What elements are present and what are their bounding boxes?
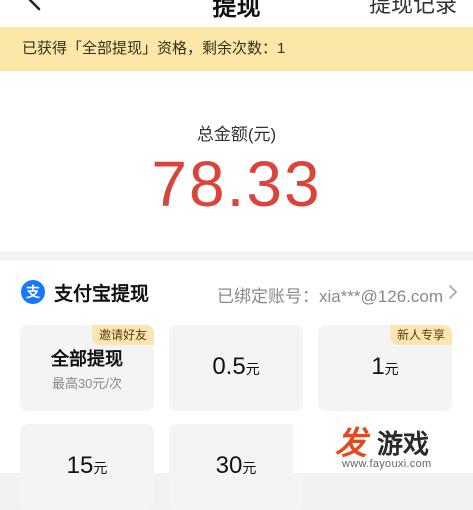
alipay-icon: 支 bbox=[21, 280, 45, 304]
option-30-yuan[interactable]: 30元 bbox=[169, 424, 303, 510]
option-15-yuan[interactable]: 15元 bbox=[20, 424, 154, 510]
option-unit: 元 bbox=[245, 361, 260, 377]
top-nav-bar: 提现 提现记录 bbox=[0, 0, 473, 27]
eligibility-notice: 已获得「全部提现」资格，剩余次数：1 bbox=[0, 27, 473, 71]
option-amount: 1 bbox=[371, 353, 385, 380]
option-amount: 30 bbox=[215, 452, 243, 479]
option-full-withdraw[interactable]: 邀请好友 全部提现 最高30元/次 bbox=[20, 325, 154, 411]
withdraw-method-row[interactable]: 支 支付宝提现 已绑定账号：xia***@126.com bbox=[0, 261, 473, 321]
option-unit: 元 bbox=[384, 361, 399, 377]
bound-account-text: 已绑定账号：xia***@126.com bbox=[216, 287, 443, 306]
new-user-badge: 新人专享 bbox=[389, 325, 452, 345]
withdraw-method-title: 支付宝提现 bbox=[54, 284, 150, 305]
option-amount-line: 0.5元 bbox=[169, 353, 303, 381]
option-subtitle: 最高30元/次 bbox=[51, 376, 123, 391]
total-amount-value: 78.33 bbox=[151, 148, 322, 220]
option-1-yuan[interactable]: 新人专享 1元 bbox=[318, 325, 452, 411]
total-amount-label: 总金额(元) bbox=[196, 125, 277, 144]
watermark-url: www.fayouxi.com bbox=[342, 458, 432, 470]
option-amount: 0.5 bbox=[212, 353, 246, 380]
option-unit: 元 bbox=[93, 460, 108, 476]
watermark-name: 游戏 bbox=[377, 429, 430, 459]
option-amount-line: 30元 bbox=[169, 452, 303, 480]
option-amount-line: 15元 bbox=[20, 452, 154, 480]
section-divider bbox=[0, 251, 473, 261]
option-0-5-yuan[interactable]: 0.5元 bbox=[169, 325, 303, 411]
invite-friends-badge: 邀请好友 bbox=[91, 325, 154, 345]
option-unit: 元 bbox=[242, 460, 257, 476]
option-title: 全部提现 bbox=[51, 349, 123, 369]
option-amount: 15 bbox=[66, 452, 94, 479]
chevron-right-icon bbox=[449, 285, 457, 299]
option-amount-line: 1元 bbox=[318, 353, 452, 381]
balance-panel: 总金额(元) 78.33 bbox=[0, 71, 473, 251]
site-watermark: 发 游戏 www.fayouxi.com bbox=[293, 412, 473, 473]
withdraw-records-link[interactable]: 提现记录 bbox=[369, 0, 457, 19]
